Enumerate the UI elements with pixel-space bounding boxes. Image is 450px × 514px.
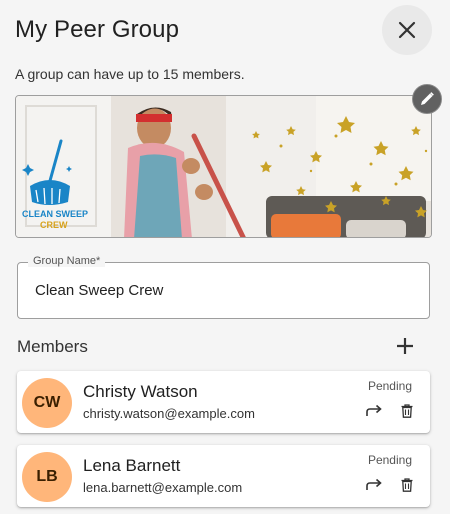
- group-name-label: Group Name*: [28, 255, 106, 267]
- resend-invite-button[interactable]: [364, 475, 384, 495]
- trash-icon: [401, 478, 413, 492]
- resend-icon: [366, 478, 382, 490]
- delete-member-button[interactable]: [397, 401, 417, 421]
- members-heading: Members: [17, 337, 88, 356]
- member-name: Christy Watson: [83, 382, 198, 401]
- avatar: CW: [22, 378, 72, 428]
- pencil-icon: [421, 92, 434, 105]
- avatar: LB: [22, 452, 72, 502]
- close-icon: [398, 21, 416, 39]
- member-email: lena.barnett@example.com: [83, 480, 243, 495]
- resend-icon: [366, 404, 382, 416]
- group-name-field[interactable]: Group Name*: [17, 255, 430, 319]
- logo-text-line1: CLEAN SWEEP: [22, 209, 88, 219]
- delete-member-button[interactable]: [397, 475, 417, 495]
- dialog-subtitle: A group can have up to 15 members.: [15, 66, 245, 82]
- trash-icon: [401, 404, 413, 418]
- edit-banner-button[interactable]: [412, 84, 442, 114]
- peer-group-dialog: My Peer Group A group can have up to 15 …: [0, 0, 450, 514]
- member-name: Lena Barnett: [83, 456, 181, 475]
- resend-invite-button[interactable]: [364, 401, 384, 421]
- dialog-title: My Peer Group: [15, 16, 180, 43]
- group-banner-image: CLEAN SWEEP CREW: [15, 95, 432, 238]
- logo-text-line2: CREW: [40, 220, 68, 230]
- status-badge: Pending: [367, 453, 412, 467]
- add-member-button[interactable]: [392, 333, 418, 359]
- status-badge: Pending: [367, 379, 412, 393]
- group-name-input[interactable]: [35, 282, 415, 299]
- member-card[interactable]: CW Christy Watson christy.watson@example…: [17, 371, 430, 433]
- close-button[interactable]: [382, 5, 432, 55]
- member-card[interactable]: LB Lena Barnett lena.barnett@example.com…: [17, 445, 430, 507]
- member-email: christy.watson@example.com: [83, 406, 255, 421]
- plus-icon: [397, 338, 413, 354]
